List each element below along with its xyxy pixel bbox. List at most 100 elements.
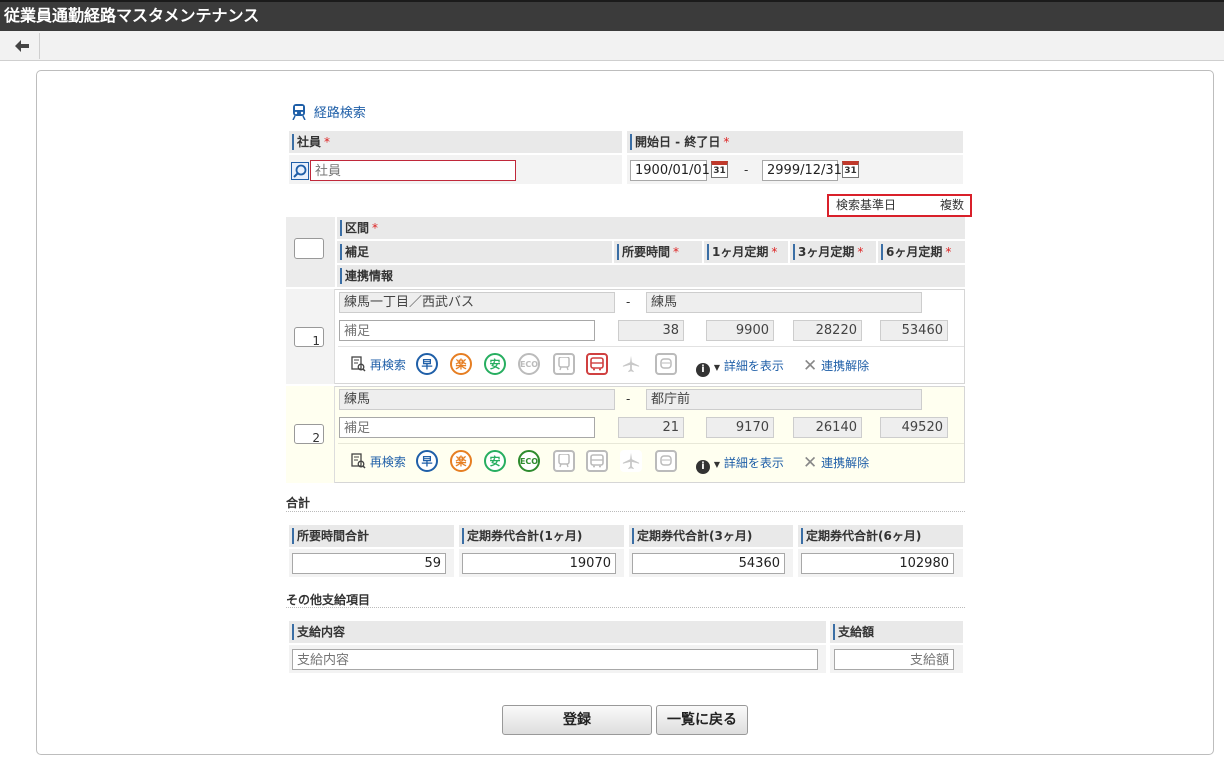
section-label: 区間 — [345, 221, 370, 235]
arrow-left-icon — [14, 40, 29, 52]
total-pass3-value[interactable]: 54360 — [632, 553, 785, 574]
research-link[interactable]: 再検索 — [351, 356, 406, 373]
duration-label: 所要時間 — [622, 245, 671, 259]
airplane-icon — [622, 355, 640, 373]
unlink-label: 連携解除 — [821, 359, 870, 373]
airplane-icon — [622, 452, 640, 470]
calendar-icon[interactable]: 31 — [842, 161, 859, 178]
link-info-label: 連携情報 — [345, 269, 394, 283]
total-pass1-value[interactable]: 19070 — [462, 553, 616, 574]
train-icon — [292, 104, 306, 121]
pass6-value: 49520 — [880, 417, 948, 438]
row-number[interactable]: 1 — [294, 327, 324, 348]
eco-route-icon[interactable]: ECO — [518, 353, 540, 375]
search-basis-box: 検索基準日 複数 — [827, 194, 972, 217]
pass3-header: 3ヶ月定期 * — [790, 241, 876, 263]
section-divider — [286, 607, 965, 608]
airplane-mode-icon[interactable] — [620, 353, 642, 375]
total-duration-label: 所要時間合計 — [297, 529, 370, 543]
bus-icon — [590, 454, 604, 468]
end-date-input[interactable]: 2999/12/31 — [762, 160, 842, 181]
back-button[interactable] — [4, 33, 40, 59]
cheap-route-icon[interactable]: 安 — [484, 450, 506, 472]
allowance-content-input[interactable] — [292, 649, 818, 670]
route-search-link[interactable]: 経路検索 — [292, 102, 366, 121]
employee-input[interactable] — [310, 160, 516, 181]
unlink-label: 連携解除 — [821, 456, 870, 470]
train-icon — [558, 357, 570, 371]
bus-mode-icon[interactable] — [586, 450, 608, 472]
detail-link[interactable]: i ▼ 詳細を表示 — [696, 357, 784, 377]
period-label: 開始日 - 終了日 — [635, 135, 721, 149]
section-header: 区間 * — [337, 217, 965, 239]
unlink-link[interactable]: ✕ 連携解除 — [803, 356, 869, 376]
pass3-value: 26140 — [793, 417, 862, 438]
total-pass3-label: 定期券代合計(3ヶ月) — [637, 529, 753, 543]
required-mark: * — [372, 221, 379, 235]
train-mode-icon[interactable] — [553, 353, 575, 375]
close-icon: ✕ — [803, 356, 818, 376]
row-divider — [338, 443, 964, 444]
total-pass1-header: 定期券代合計(1ヶ月) — [459, 525, 624, 547]
required-mark: * — [857, 245, 864, 259]
employee-header: 社員 * — [289, 131, 622, 153]
required-mark: * — [771, 245, 778, 259]
total-pass1-label: 定期券代合計(1ヶ月) — [467, 529, 583, 543]
train-mode-icon[interactable] — [553, 450, 575, 472]
total-pass3-header: 定期券代合計(3ヶ月) — [629, 525, 793, 547]
duration-header: 所要時間 * — [614, 241, 702, 263]
required-mark: * — [673, 245, 680, 259]
employee-label: 社員 — [297, 135, 322, 149]
allowance-content-header: 支給内容 — [289, 621, 826, 643]
car-mode-icon[interactable] — [655, 353, 677, 375]
car-mode-icon[interactable] — [655, 450, 677, 472]
research-label: 再検索 — [369, 455, 406, 469]
easy-route-icon[interactable]: 楽 — [450, 353, 472, 375]
fast-route-icon[interactable]: 早 — [416, 450, 438, 472]
total-pass6-header: 定期券代合計(6ヶ月) — [798, 525, 963, 547]
pass3-value: 28220 — [793, 320, 862, 341]
back-to-list-button[interactable]: 一覧に戻る — [656, 705, 748, 735]
toolbar — [0, 31, 1224, 61]
total-pass6-value[interactable]: 102980 — [801, 553, 954, 574]
airplane-mode-icon[interactable] — [620, 450, 642, 472]
total-duration-header: 所要時間合計 — [289, 525, 454, 547]
register-button[interactable]: 登録 — [502, 705, 652, 735]
caret-down-icon: ▼ — [713, 460, 720, 469]
bus-mode-icon[interactable] — [586, 353, 608, 375]
easy-route-icon[interactable]: 楽 — [450, 450, 472, 472]
eco-route-icon[interactable]: ECO — [518, 450, 540, 472]
pass1-value: 9900 — [706, 320, 774, 341]
total-duration-value[interactable]: 59 — [292, 553, 446, 574]
pass1-value: 9170 — [706, 417, 774, 438]
note-header: 補足 — [337, 241, 612, 263]
route-dash: - — [626, 295, 631, 309]
from-station: 練馬 — [339, 389, 615, 410]
note-input[interactable] — [339, 417, 595, 438]
unlink-link[interactable]: ✕ 連携解除 — [803, 453, 869, 473]
start-date-input[interactable]: 1900/01/01 — [630, 160, 710, 181]
other-allowance-label: その他支給項目 — [286, 593, 371, 607]
employee-required-mark: * — [324, 135, 331, 149]
search-basis-label: 検索基準日 — [836, 198, 897, 212]
allowance-amount-input[interactable] — [834, 649, 954, 670]
allowance-content-label: 支給内容 — [297, 625, 346, 639]
period-separator: - — [744, 163, 749, 177]
select-all-box[interactable] — [294, 238, 324, 259]
pass6-value: 53460 — [880, 320, 948, 341]
research-link[interactable]: 再検索 — [351, 453, 406, 470]
calendar-icon[interactable]: 31 — [711, 161, 728, 178]
from-station: 練馬一丁目／西武バス — [339, 292, 615, 313]
note-input[interactable] — [339, 320, 595, 341]
app-title-bar: 従業員通勤経路マスタメンテナンス — [0, 0, 1224, 31]
pass1-label: 1ヶ月定期 — [712, 245, 769, 259]
search-basis-value: 複数 — [939, 198, 964, 212]
row-number[interactable]: 2 — [294, 424, 324, 445]
cheap-route-icon[interactable]: 安 — [484, 353, 506, 375]
route-dash: - — [626, 392, 631, 406]
fast-route-icon[interactable]: 早 — [416, 353, 438, 375]
employee-lookup-button[interactable] — [291, 162, 309, 180]
duration-value: 21 — [618, 417, 684, 438]
to-station: 練馬 — [646, 292, 922, 313]
detail-link[interactable]: i ▼ 詳細を表示 — [696, 454, 784, 474]
